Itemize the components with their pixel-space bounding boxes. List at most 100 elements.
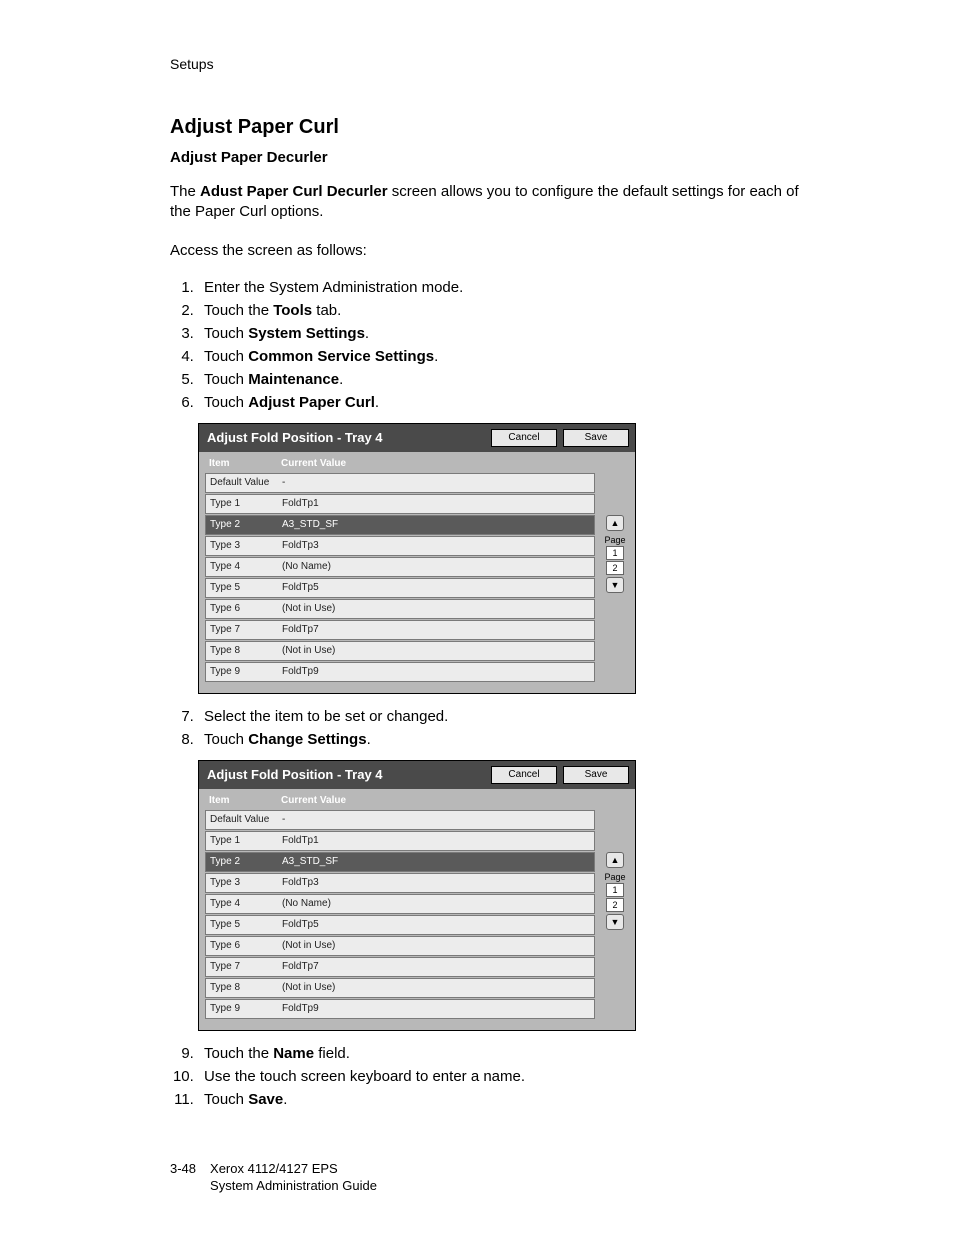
list-row[interactable]: Type 7FoldTp7 xyxy=(205,957,595,977)
steps-list-3: Touch the Name field. Use the touch scre… xyxy=(170,1045,810,1108)
panel-column-headers: Item Current Value xyxy=(199,452,635,473)
list-row[interactable]: Type 8(Not in Use) xyxy=(205,641,595,661)
cell-value: FoldTp3 xyxy=(282,540,319,551)
list-row[interactable]: Default Value- xyxy=(205,810,595,830)
page-up-button[interactable]: ▲ xyxy=(606,515,624,531)
step-9-post: field. xyxy=(314,1045,350,1062)
cell-item: Default Value xyxy=(210,477,282,488)
list-row[interactable]: Type 6(Not in Use) xyxy=(205,599,595,619)
cell-value: (Not in Use) xyxy=(282,603,335,614)
cell-value: A3_STD_SF xyxy=(282,519,338,530)
step-10: Use the touch screen keyboard to enter a… xyxy=(198,1068,810,1085)
step-4-bold: Common Service Settings xyxy=(248,348,434,365)
adjust-fold-panel-1: Adjust Fold Position - Tray 4 Cancel Sav… xyxy=(198,423,636,694)
col-header-item: Item xyxy=(209,795,281,806)
step-8-post: . xyxy=(367,731,371,748)
step-6-bold: Adjust Paper Curl xyxy=(248,394,375,411)
cell-value: FoldTp9 xyxy=(282,1003,319,1014)
save-button[interactable]: Save xyxy=(563,429,629,447)
list-row[interactable]: Type 1FoldTp1 xyxy=(205,831,595,851)
list-row[interactable]: Type 7FoldTp7 xyxy=(205,620,595,640)
cell-item: Type 5 xyxy=(210,582,282,593)
cell-value: FoldTp7 xyxy=(282,624,319,635)
list-row[interactable]: Type 5FoldTp5 xyxy=(205,915,595,935)
page-number: 3-48 xyxy=(170,1161,196,1195)
cancel-button[interactable]: Cancel xyxy=(491,429,557,447)
step-2: Touch the Tools tab. xyxy=(198,302,810,319)
cell-item: Type 1 xyxy=(210,498,282,509)
step-11-post: . xyxy=(283,1091,287,1108)
cell-item: Type 4 xyxy=(210,898,282,909)
cell-item: Type 2 xyxy=(210,856,282,867)
page-down-button[interactable]: ▼ xyxy=(606,577,624,593)
step-6: Touch Adjust Paper Curl. xyxy=(198,394,810,411)
panel-title: Adjust Fold Position - Tray 4 xyxy=(207,430,485,445)
panel-titlebar: Adjust Fold Position - Tray 4 Cancel Sav… xyxy=(199,761,635,789)
step-5-pre: Touch xyxy=(204,371,248,388)
step-2-post: tab. xyxy=(312,302,341,319)
cell-value: (Not in Use) xyxy=(282,982,335,993)
list-row[interactable]: Type 5FoldTp5 xyxy=(205,578,595,598)
step-2-bold: Tools xyxy=(273,302,312,319)
panel-titlebar: Adjust Fold Position - Tray 4 Cancel Sav… xyxy=(199,424,635,452)
step-11-bold: Save xyxy=(248,1091,283,1108)
list-row[interactable]: Type 3FoldTp3 xyxy=(205,536,595,556)
cell-item: Type 6 xyxy=(210,940,282,951)
list-row[interactable]: Default Value- xyxy=(205,473,595,493)
list-row[interactable]: Type 9FoldTp9 xyxy=(205,662,595,682)
list-row[interactable]: Type 9FoldTp9 xyxy=(205,999,595,1019)
step-11-pre: Touch xyxy=(204,1091,248,1108)
cancel-button[interactable]: Cancel xyxy=(491,766,557,784)
list-row-selected[interactable]: Type 2A3_STD_SF xyxy=(205,852,595,872)
step-8: Touch Change Settings. xyxy=(198,731,810,748)
list-row[interactable]: Type 6(Not in Use) xyxy=(205,936,595,956)
step-4-post: . xyxy=(434,348,438,365)
adjust-fold-panel-2: Adjust Fold Position - Tray 4 Cancel Sav… xyxy=(198,760,636,1031)
page-number-1[interactable]: 1 xyxy=(606,883,624,897)
pager: ▲ Page 1 2 ▼ xyxy=(601,473,629,683)
list-row-selected[interactable]: Type 2A3_STD_SF xyxy=(205,515,595,535)
cell-item: Type 8 xyxy=(210,982,282,993)
step-3-bold: System Settings xyxy=(248,325,365,342)
page-number-2[interactable]: 2 xyxy=(606,561,624,575)
step-11: Touch Save. xyxy=(198,1091,810,1108)
page-number-1[interactable]: 1 xyxy=(606,546,624,560)
step-5-bold: Maintenance xyxy=(248,371,339,388)
intro-pre: The xyxy=(170,183,200,200)
cell-item: Type 4 xyxy=(210,561,282,572)
save-button[interactable]: Save xyxy=(563,766,629,784)
footer-line-1: Xerox 4112/4127 EPS xyxy=(210,1161,377,1178)
list-row[interactable]: Type 4(No Name) xyxy=(205,894,595,914)
list-row[interactable]: Type 1FoldTp1 xyxy=(205,494,595,514)
access-line: Access the screen as follows: xyxy=(170,241,810,261)
list-row[interactable]: Type 8(Not in Use) xyxy=(205,978,595,998)
step-3-pre: Touch xyxy=(204,325,248,342)
cell-value: (No Name) xyxy=(282,898,331,909)
step-4-pre: Touch xyxy=(204,348,248,365)
cell-value: FoldTp7 xyxy=(282,961,319,972)
page-down-button[interactable]: ▼ xyxy=(606,914,624,930)
col-header-value: Current Value xyxy=(281,795,346,806)
cell-value: (Not in Use) xyxy=(282,645,335,656)
page-number-2[interactable]: 2 xyxy=(606,898,624,912)
cell-value: (No Name) xyxy=(282,561,331,572)
intro-paragraph: The Adust Paper Curl Decurler screen all… xyxy=(170,182,810,223)
step-5: Touch Maintenance. xyxy=(198,371,810,388)
step-2-pre: Touch the xyxy=(204,302,273,319)
cell-item: Type 3 xyxy=(210,877,282,888)
cell-item: Default Value xyxy=(210,814,282,825)
step-1: Enter the System Administration mode. xyxy=(198,279,810,296)
list-row[interactable]: Type 4(No Name) xyxy=(205,557,595,577)
list-row[interactable]: Type 3FoldTp3 xyxy=(205,873,595,893)
running-head: Setups xyxy=(170,56,810,72)
panel-title: Adjust Fold Position - Tray 4 xyxy=(207,767,485,782)
cell-item: Type 9 xyxy=(210,1003,282,1014)
footer-line-2: System Administration Guide xyxy=(210,1178,377,1195)
step-7: Select the item to be set or changed. xyxy=(198,708,810,725)
cell-value: FoldTp5 xyxy=(282,919,319,930)
cell-item: Type 7 xyxy=(210,624,282,635)
page-up-button[interactable]: ▲ xyxy=(606,852,624,868)
step-9-bold: Name xyxy=(273,1045,314,1062)
cell-value: - xyxy=(282,477,285,488)
step-3-post: . xyxy=(365,325,369,342)
